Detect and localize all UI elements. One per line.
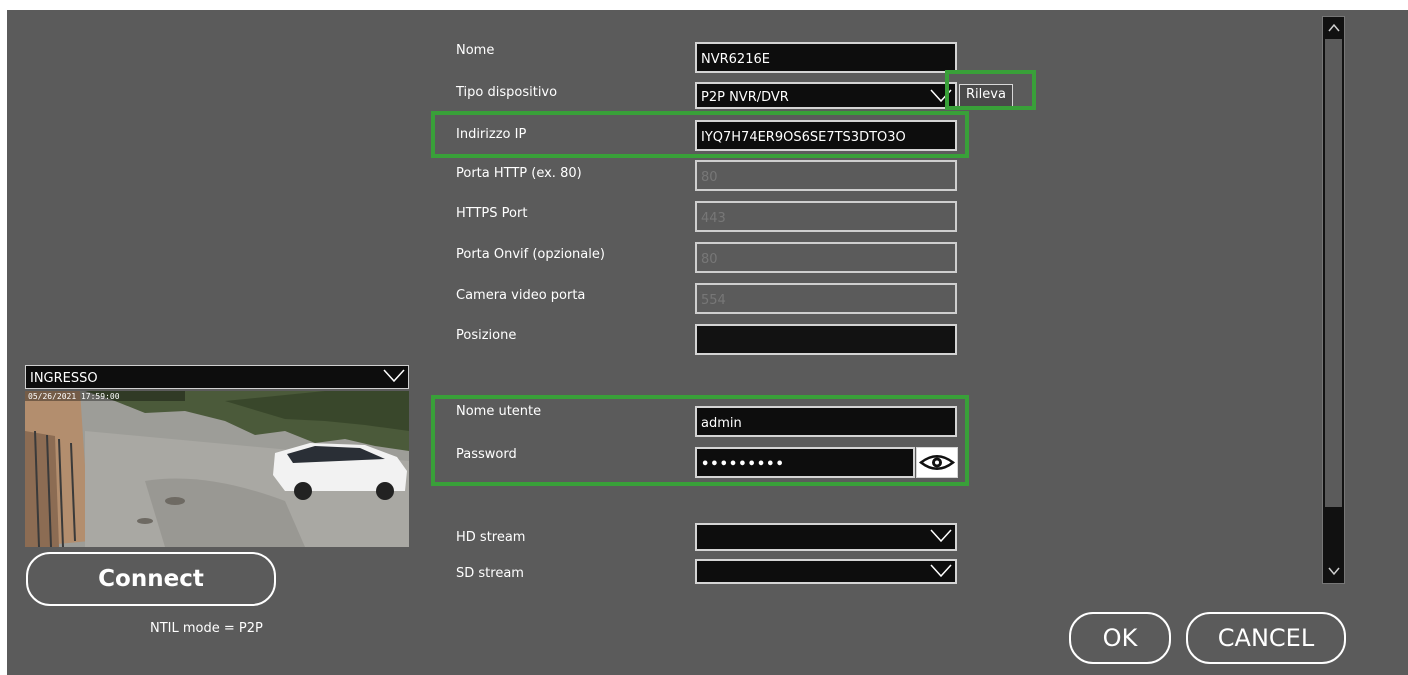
ok-button[interactable]: OK: [1069, 612, 1171, 664]
chevron-down-icon[interactable]: [929, 526, 953, 546]
sd-stream-label: SD stream: [456, 566, 524, 581]
http-port-input[interactable]: 80: [695, 160, 957, 191]
onvif-port-input[interactable]: 80: [695, 242, 957, 273]
chevron-down-icon[interactable]: [1327, 565, 1341, 577]
chevron-down-icon[interactable]: [382, 366, 406, 386]
camera-select-value: INGRESSO: [30, 371, 98, 386]
cancel-button-label: CANCEL: [1217, 624, 1315, 652]
camera-preview: 05/26/2021 17:59:00: [25, 391, 409, 547]
connect-button-label: Connect: [98, 566, 204, 592]
highlight-ip-address: [431, 111, 969, 158]
sd-stream-select[interactable]: [695, 559, 957, 584]
hd-stream-label: HD stream: [456, 530, 526, 545]
name-input[interactable]: NVR6216E: [695, 42, 957, 73]
device-type-label: Tipo dispositivo: [456, 85, 558, 100]
position-label: Posizione: [456, 328, 517, 343]
http-port-placeholder: 80: [701, 170, 718, 185]
chevron-down-icon[interactable]: [929, 561, 953, 581]
http-port-label: Porta HTTP (ex. 80): [456, 166, 582, 181]
chevron-up-icon[interactable]: [1327, 22, 1341, 34]
https-port-label: HTTPS Port: [456, 206, 528, 221]
video-port-placeholder: 554: [701, 293, 726, 308]
camera-timestamp: 05/26/2021 17:59:00: [28, 392, 120, 401]
camera-snapshot-image: 05/26/2021 17:59:00: [25, 391, 409, 547]
position-input[interactable]: [695, 324, 957, 355]
ok-button-label: OK: [1102, 624, 1138, 652]
highlight-credentials: [431, 395, 969, 486]
highlight-detect: [945, 70, 1036, 110]
onvif-port-placeholder: 80: [701, 252, 718, 267]
form-scrollbar[interactable]: [1322, 16, 1345, 584]
camera-select[interactable]: INGRESSO: [25, 365, 409, 389]
https-port-placeholder: 443: [701, 211, 726, 226]
device-type-value: P2P NVR/DVR: [701, 90, 789, 105]
scrollbar-thumb[interactable]: [1325, 39, 1342, 507]
video-port-input[interactable]: 554: [695, 283, 957, 314]
cancel-button[interactable]: CANCEL: [1186, 612, 1346, 664]
https-port-input[interactable]: 443: [695, 201, 957, 232]
onvif-port-label: Porta Onvif (opzionale): [456, 247, 605, 262]
connect-button[interactable]: Connect: [26, 552, 276, 606]
name-label: Nome: [456, 43, 495, 58]
video-port-label: Camera video porta: [456, 288, 586, 303]
name-input-value: NVR6216E: [701, 52, 770, 67]
device-type-select[interactable]: P2P NVR/DVR: [695, 82, 957, 109]
mode-status-text: NTIL mode = P2P: [150, 621, 263, 636]
hd-stream-select[interactable]: [695, 523, 957, 551]
